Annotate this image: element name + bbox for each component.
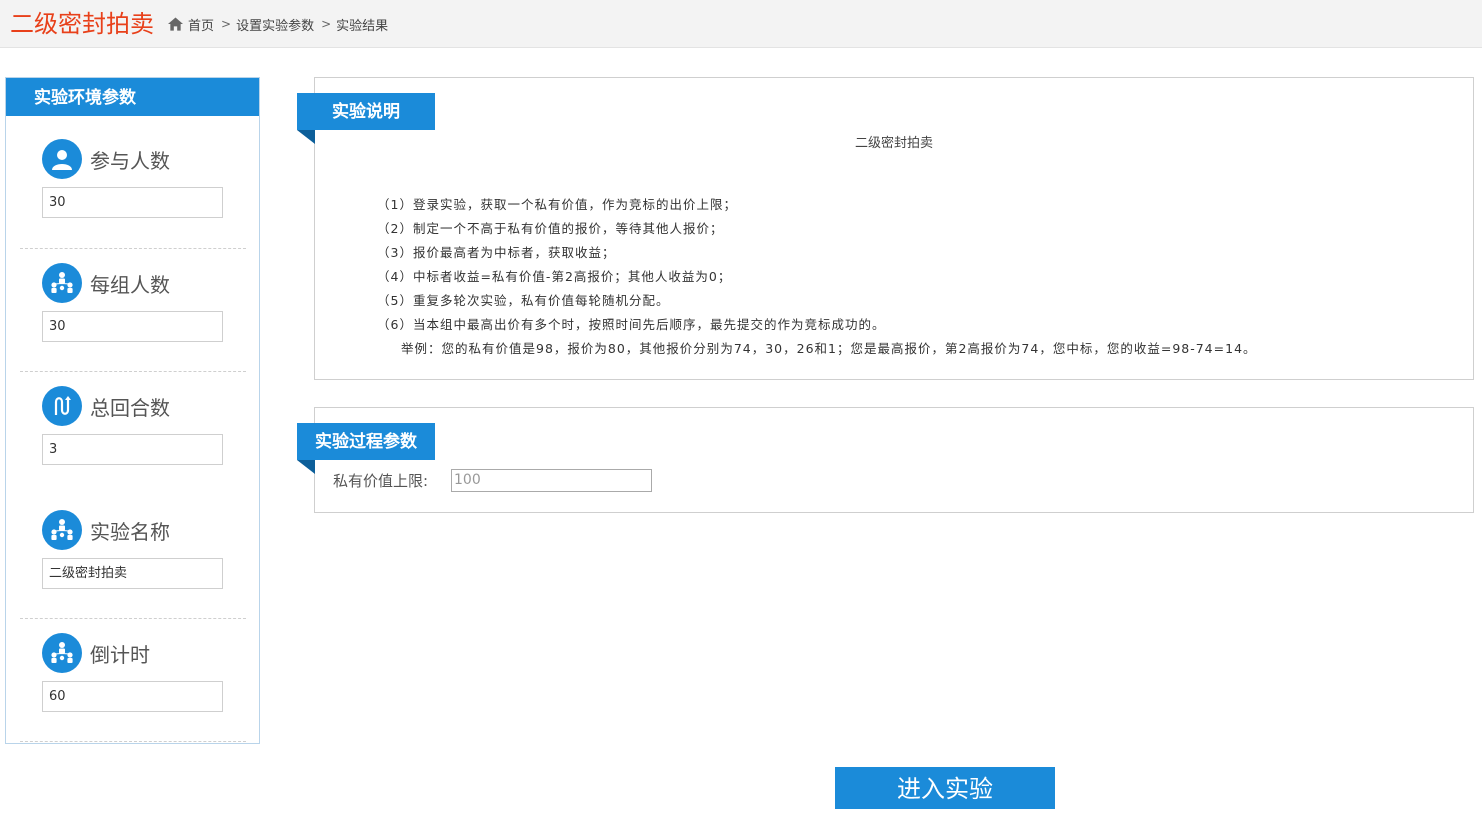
private-value-limit-label: 私有价值上限: <box>333 472 429 490</box>
countdown-input[interactable]: 60 <box>42 681 223 712</box>
experiment-intro-box: 实验说明 二级密封拍卖 （1）登录实验，获取一个私有价值，作为竞标的出价上限； … <box>297 77 1474 380</box>
param-label: 总回合数 <box>90 396 170 420</box>
rule-list: （1）登录实验，获取一个私有价值，作为竞标的出价上限； （2）制定一个不高于私有… <box>377 193 1257 361</box>
user-icon <box>42 139 82 179</box>
top-header: 二级密封拍卖 首页 > 设置实验参数 > 实验结果 <box>0 0 1482 48</box>
param-label: 每组人数 <box>90 273 170 297</box>
environment-params-title: 实验环境参数 <box>6 78 259 116</box>
tab-fold-decoration <box>297 130 315 144</box>
divider <box>20 371 246 372</box>
divider <box>20 741 246 742</box>
participants-input[interactable]: 30 <box>42 187 223 218</box>
process-params-box: 实验过程参数 私有价值上限: 100 <box>297 407 1474 513</box>
rule-item: （2）制定一个不高于私有价值的报价，等待其他人报价； <box>377 221 724 236</box>
app-title: 二级密封拍卖 <box>10 10 154 38</box>
breadcrumb-settings-link[interactable]: 设置实验参数 <box>236 15 314 34</box>
process-params-tab: 实验过程参数 <box>297 423 435 460</box>
breadcrumb-home-link[interactable]: 首页 <box>188 15 214 34</box>
home-icon <box>168 17 183 31</box>
group-size-input[interactable]: 30 <box>42 311 223 342</box>
total-rounds-input[interactable]: 3 <box>42 434 223 465</box>
rounds-icon <box>42 386 82 426</box>
tab-fold-decoration <box>297 460 315 474</box>
environment-params-panel: 实验环境参数 参与人数 30 每组人数 30 总回合数 3 实验名称 二级密封拍… <box>5 77 260 744</box>
breadcrumb-results-link[interactable]: 实验结果 <box>336 15 388 34</box>
param-label: 实验名称 <box>90 520 170 544</box>
group-icon <box>42 633 82 673</box>
private-value-limit-input[interactable]: 100 <box>451 469 652 492</box>
rule-item: （1）登录实验，获取一个私有价值，作为竞标的出价上限； <box>377 197 737 212</box>
intro-title: 二级密封拍卖 <box>854 136 933 151</box>
chevron-right-icon: > <box>321 17 332 31</box>
experiment-name-input[interactable]: 二级密封拍卖 <box>42 558 223 589</box>
chevron-right-icon: > <box>221 17 232 31</box>
rule-item: （3）报价最高者为中标者，获取收益； <box>377 245 616 260</box>
param-label: 倒计时 <box>90 643 150 667</box>
divider <box>20 618 246 619</box>
group-icon <box>42 263 82 303</box>
enter-experiment-button[interactable]: 进入实验 <box>835 767 1055 809</box>
param-label: 参与人数 <box>90 149 170 173</box>
divider <box>20 248 246 249</box>
group-icon <box>42 510 82 550</box>
experiment-intro-tab: 实验说明 <box>297 93 435 130</box>
rule-example: 举例：您的私有价值是98，报价为80，其他报价分别为74，30，26和1；您是最… <box>401 341 1257 356</box>
rule-item: （4）中标者收益=私有价值-第2高报价；其他人收益为0； <box>377 269 732 284</box>
breadcrumb: 首页 > 设置实验参数 > 实验结果 <box>168 15 388 34</box>
rule-item: （6）当本组中最高出价有多个时，按照时间先后顺序，最先提交的作为竞标成功的。 <box>377 317 886 332</box>
rule-item: （5）重复多轮次实验，私有价值每轮随机分配。 <box>377 293 670 308</box>
